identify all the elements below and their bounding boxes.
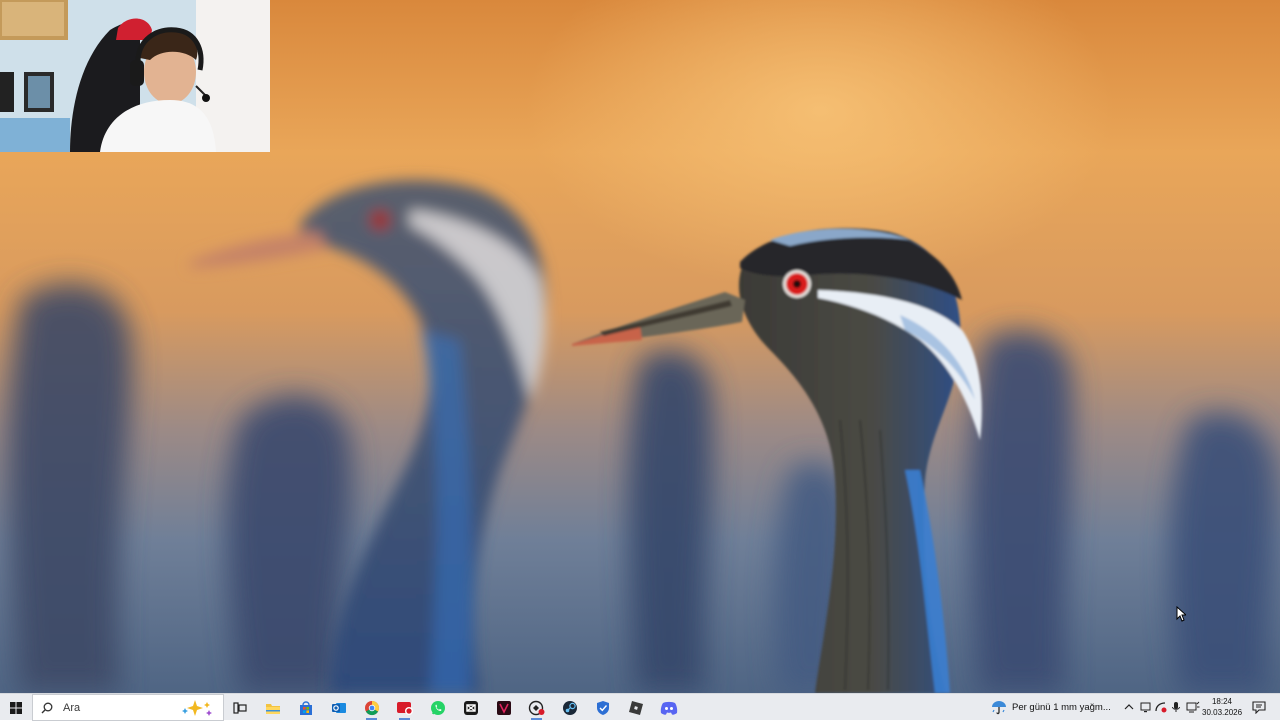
task-view-button[interactable] (223, 694, 256, 721)
webcam-overlay (0, 0, 270, 152)
game-app-icon (528, 700, 544, 715)
show-hidden-icons-icon[interactable] (1124, 703, 1134, 711)
display-icon[interactable] (1140, 701, 1152, 713)
file-explorer-button[interactable] (256, 694, 289, 721)
weather-text[interactable]: Per günü 1 mm yağm... (1012, 694, 1111, 721)
webcam-feed-image (0, 0, 270, 152)
taskbar: Ara Per günü 1 mm yağm... 18:24 30.03.20… (0, 693, 1280, 721)
volume-icon[interactable] (1186, 701, 1200, 713)
microsoft-store-button[interactable] (289, 694, 322, 721)
system-clock[interactable]: 18:24 30.03.2026 (1202, 696, 1242, 718)
microphone-icon[interactable] (1170, 701, 1182, 713)
capcut-button[interactable] (454, 694, 487, 721)
steam-icon (562, 700, 577, 715)
search-highlight-icon (182, 700, 212, 716)
discord-icon (660, 701, 677, 715)
security-shield-icon (596, 700, 609, 715)
search-box[interactable]: Ara (32, 694, 224, 721)
capcut-icon (463, 700, 478, 715)
outlook-button[interactable] (322, 694, 355, 721)
roblox-button[interactable] (619, 694, 652, 721)
search-icon (41, 702, 53, 713)
task-view-icon (232, 701, 247, 714)
security-shield-button[interactable] (586, 694, 619, 721)
search-placeholder: Ara (63, 701, 81, 714)
notifications-icon[interactable] (1252, 701, 1266, 714)
chrome-icon (364, 700, 379, 715)
clock-date: 30.03.2026 (1202, 708, 1243, 717)
media-app-icon (496, 700, 511, 715)
windows-logo-icon (10, 701, 22, 714)
clock-time: 18:24 (1211, 697, 1233, 706)
chrome-button[interactable] (355, 694, 388, 721)
outlook-icon (331, 702, 346, 713)
media-app-button[interactable] (487, 694, 520, 721)
whatsapp-button[interactable] (421, 694, 454, 721)
mouse-cursor-icon (1176, 606, 1186, 622)
desktop-wallpaper (0, 0, 1280, 693)
network-icon[interactable] (1155, 701, 1167, 713)
game-app-button[interactable] (520, 694, 553, 721)
microsoft-store-icon (299, 700, 312, 715)
steam-button[interactable] (553, 694, 586, 721)
weather-rain-icon[interactable] (990, 699, 1008, 715)
file-explorer-icon (265, 703, 280, 714)
whatsapp-icon (430, 700, 445, 715)
roblox-icon (628, 700, 643, 715)
start-button[interactable] (0, 694, 32, 721)
screen-recorder-icon (396, 701, 413, 715)
screen-recorder-button[interactable] (388, 694, 421, 721)
discord-button[interactable] (652, 694, 685, 721)
